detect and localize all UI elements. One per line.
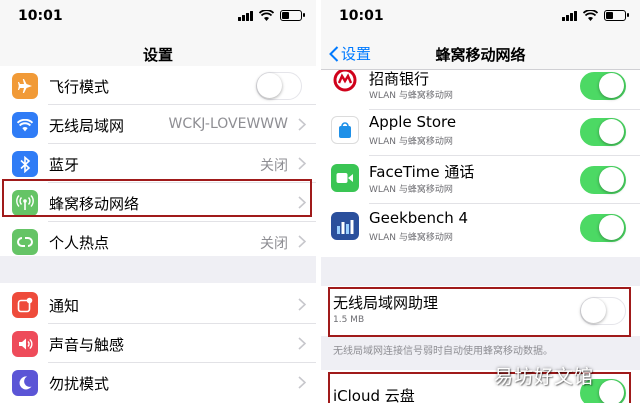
app-row-facetime[interactable]: FaceTime 通话 WLAN 与蜂窝移动网 (321, 156, 640, 204)
settings-row-sounds[interactable]: 声音与触感 (0, 324, 316, 363)
airplane-mode-toggle[interactable] (256, 72, 302, 100)
settings-row-label: 飞行模式 (49, 78, 110, 96)
cellular-screen: 招商银行 WLAN 与蜂窝移动网 Apple Store WLAN 与蜂窝移动网… (321, 0, 640, 403)
chevron-right-icon (298, 235, 306, 248)
apple-store-icon (331, 116, 359, 144)
settings-row-label: 声音与触感 (49, 336, 125, 354)
bluetooth-icon (12, 151, 38, 177)
app-subtitle: WLAN 与蜂窝移动网 (369, 91, 453, 101)
airplane-icon (12, 73, 38, 99)
moon-icon (12, 370, 38, 396)
wifi-status-icon (583, 10, 598, 21)
settings-row-label: 个人热点 (49, 234, 110, 252)
settings-row-hotspot[interactable]: 个人热点 关闭 (0, 222, 316, 261)
app-name: FaceTime 通话 (369, 163, 475, 181)
settings-row-do-not-disturb[interactable]: 勿扰模式 (0, 363, 316, 402)
geekbench-icon (331, 212, 359, 240)
settings-row-bluetooth[interactable]: 蓝牙 关闭 (0, 144, 316, 183)
cmb-bank-icon (331, 66, 359, 94)
app-subtitle: WLAN 与蜂窝移动网 (369, 137, 453, 147)
speaker-icon (12, 331, 38, 357)
wifi-icon (12, 112, 38, 138)
settings-row-value: 关闭 (260, 236, 288, 252)
chevron-right-icon (298, 118, 306, 131)
cellular-highlight-box (2, 179, 312, 217)
settings-screen: 10:01 设置 飞行模式 无线局域网 WCKJ-LOVEWWW 蓝牙 关闭 蜂… (0, 0, 316, 403)
apple-store-cellular-toggle[interactable] (580, 118, 626, 146)
app-subtitle: WLAN 与蜂窝移动网 (369, 185, 453, 195)
notification-icon (12, 292, 38, 318)
nav-bar: 设置 蜂窝移动网络 (321, 34, 640, 70)
wifi-assist-highlight-box (328, 287, 631, 337)
chevron-right-icon (298, 376, 306, 389)
cell-signal-icon (562, 10, 577, 21)
facetime-icon (331, 164, 359, 192)
settings-row-label: 通知 (49, 297, 80, 315)
cell-signal-icon (238, 10, 253, 21)
settings-row-label: 蓝牙 (49, 156, 80, 174)
battery-icon (280, 10, 305, 21)
cmb-cellular-toggle[interactable] (580, 72, 626, 100)
app-row-geekbench[interactable]: Geekbench 4 WLAN 与蜂窝移动网 (321, 204, 640, 252)
cellular-app-list: 招商银行 WLAN 与蜂窝移动网 Apple Store WLAN 与蜂窝移动网… (321, 62, 640, 257)
status-time: 10:01 (18, 8, 63, 24)
settings-row-value: WCKJ-LOVEWWW (168, 116, 288, 132)
settings-group-connectivity: 飞行模式 无线局域网 WCKJ-LOVEWWW 蓝牙 关闭 蜂窝移动网络 个人热… (0, 66, 316, 256)
status-bar: 10:01 (321, 0, 640, 34)
geekbench-cellular-toggle[interactable] (580, 214, 626, 242)
hotspot-icon (12, 229, 38, 255)
page-title: 蜂窝移动网络 (435, 46, 526, 64)
settings-row-wlan[interactable]: 无线局域网 WCKJ-LOVEWWW (0, 105, 316, 144)
status-bar: 10:01 (0, 0, 316, 34)
wifi-assist-footnote: 无线局域网连接信号弱时自动使用蜂窝移动数据。 (333, 346, 553, 357)
watermark: 易坊好文馆 (494, 366, 595, 388)
status-icons (238, 10, 305, 21)
wifi-status-icon (259, 10, 274, 21)
status-icons (562, 10, 629, 21)
chevron-right-icon (298, 157, 306, 170)
facetime-cellular-toggle[interactable] (580, 166, 626, 194)
settings-row-airplane-mode[interactable]: 飞行模式 (0, 66, 316, 105)
settings-group-notifications: 通知 声音与触感 勿扰模式 (0, 283, 316, 403)
app-row-apple-store[interactable]: Apple Store WLAN 与蜂窝移动网 (321, 108, 640, 156)
settings-row-label: 勿扰模式 (49, 375, 110, 393)
app-name: Apple Store (369, 113, 457, 131)
app-name: 招商银行 (369, 70, 430, 88)
battery-icon (604, 10, 629, 21)
settings-row-label: 无线局域网 (49, 117, 125, 135)
chevron-right-icon (298, 337, 306, 350)
status-time: 10:01 (339, 8, 384, 24)
settings-row-notifications[interactable]: 通知 (0, 285, 316, 324)
app-subtitle: WLAN 与蜂窝移动网 (369, 233, 453, 243)
page-title: 设置 (142, 46, 173, 64)
settings-row-value: 关闭 (260, 158, 288, 174)
chevron-right-icon (298, 298, 306, 311)
app-name: Geekbench 4 (369, 209, 469, 227)
